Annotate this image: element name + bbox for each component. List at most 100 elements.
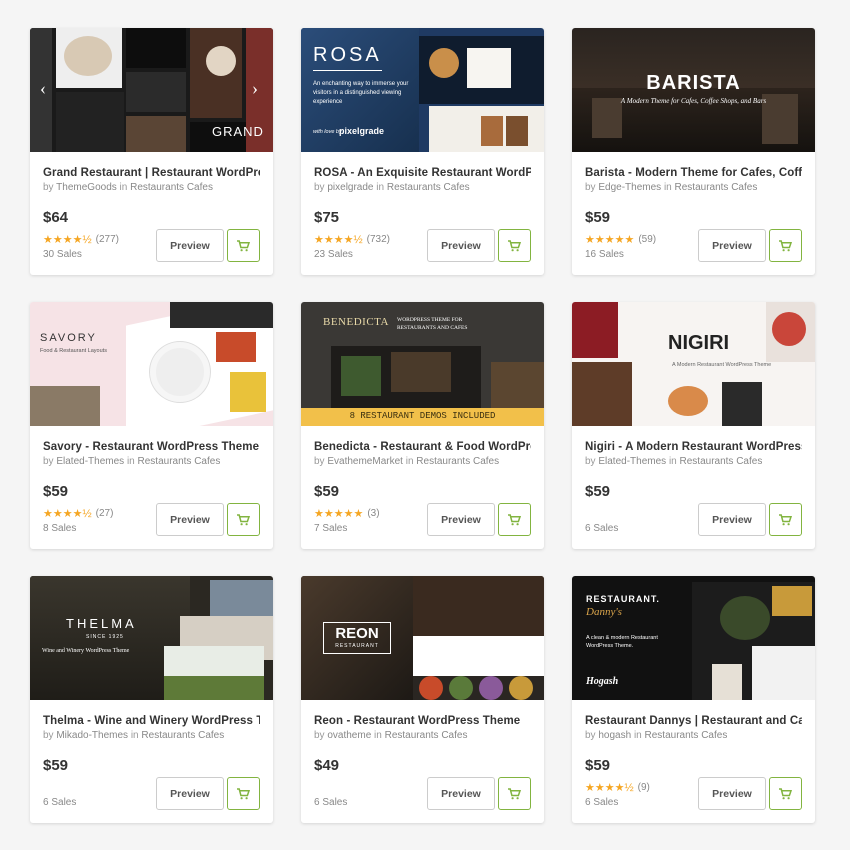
product-price: $59 [43,483,69,500]
cart-icon [779,787,792,799]
preview-button[interactable]: Preview [698,777,766,810]
add-to-cart-button[interactable] [498,229,531,262]
product-title[interactable]: Grand Restaurant | Restaurant WordPress … [43,167,260,179]
thumbnail-brand: pixelgrade [339,126,385,136]
preview-button[interactable]: Preview [698,503,766,536]
product-title[interactable]: Thelma - Wine and Winery WordPress Theme [43,715,260,727]
category-link[interactable]: Restaurants Cafes [385,730,468,741]
product-title[interactable]: Savory - Restaurant WordPress Theme [43,441,260,453]
product-price: $59 [585,483,611,500]
thumbnail-logo: BENEDICTA [323,316,389,328]
preview-button[interactable]: Preview [427,777,495,810]
sales-count: 30 Sales [43,249,82,260]
byline-in: in [633,730,642,741]
thumbnail-script: Danny's [586,606,622,618]
add-to-cart-button[interactable] [498,503,531,536]
add-to-cart-button[interactable] [769,503,802,536]
product-card: BARISTA A Modern Theme for Cafes, Coffee… [572,28,815,275]
cart-icon [237,787,250,799]
thumbnail-tagline: A Modern Theme for Cafes, Coffee Shops, … [620,97,767,105]
category-link[interactable]: Restaurants Cafes [387,182,470,193]
author-link[interactable]: ovatheme [327,730,371,741]
author-link[interactable]: pixelgrade [327,182,373,193]
category-link[interactable]: Restaurants Cafes [138,456,221,467]
preview-button[interactable]: Preview [427,503,495,536]
byline-in: in [663,182,672,193]
product-thumbnail[interactable]: BARISTA A Modern Theme for Cafes, Coffee… [572,28,815,152]
category-link[interactable]: Restaurants Cafes [680,456,763,467]
product-price: $59 [314,483,340,500]
author-link[interactable]: Mikado-Themes [56,730,128,741]
author-link[interactable]: ThemeGoods [56,182,117,193]
product-byline: by ThemeGoods in Restaurants Cafes [43,182,260,193]
product-title[interactable]: Reon - Restaurant WordPress Theme [314,715,531,727]
product-title[interactable]: Nigiri - A Modern Restaurant WordPress T… [585,441,802,453]
thumbnail-logo: ROSA [313,44,382,71]
product-title[interactable]: Benedicta - Restaurant & Food WordPress … [314,441,531,453]
byline-by: by [314,182,325,193]
product-rating: ★★★★★ (3) [314,507,380,520]
review-count: (9) [637,782,650,793]
preview-button[interactable]: Preview [156,777,224,810]
product-thumbnail[interactable]: THELMA SINCE 1925 Wine and Winery WordPr… [30,576,273,700]
product-price: $59 [43,757,69,774]
category-link[interactable]: Restaurants Cafes [675,182,758,193]
product-thumbnail[interactable]: GRAND ‹ › [30,28,273,152]
add-to-cart-button[interactable] [769,229,802,262]
preview-button[interactable]: Preview [427,229,495,262]
category-link[interactable]: Restaurants Cafes [141,730,224,741]
product-byline: by Edge-Themes in Restaurants Cafes [585,182,802,193]
product-thumbnail[interactable]: REON RESTAURANT [301,576,544,700]
chevron-left-icon[interactable]: ‹ [40,78,46,99]
author-link[interactable]: EvathemeMarket [327,456,403,467]
sales-count: 6 Sales [314,797,348,808]
add-to-cart-button[interactable] [227,503,260,536]
product-byline: by EvathemeMarket in Restaurants Cafes [314,456,531,467]
product-card: REON RESTAURANT Reon - Restaurant WordPr… [301,576,544,823]
thumbnail-since: SINCE 1925 [86,634,124,640]
star-icon: ★★★★★ [585,234,635,246]
product-title[interactable]: Restaurant Dannys | Restaurant and Cafe … [585,715,802,727]
author-link[interactable]: Edge-Themes [598,182,661,193]
product-thumbnail[interactable]: BENEDICTA WORDPRESS THEME FOR RESTAURANT… [301,302,544,426]
byline-by: by [43,182,54,193]
star-icon: ★★★★½ [314,234,363,246]
product-byline: by pixelgrade in Restaurants Cafes [314,182,531,193]
preview-button[interactable]: Preview [698,229,766,262]
add-to-cart-button[interactable] [227,229,260,262]
cart-icon [508,787,521,799]
preview-button[interactable]: Preview [156,503,224,536]
chevron-right-icon[interactable]: › [252,78,258,99]
preview-button[interactable]: Preview [156,229,224,262]
product-title[interactable]: Barista - Modern Theme for Cafes, Coffee… [585,167,802,179]
category-link[interactable]: Restaurants Cafes [645,730,728,741]
category-link[interactable]: Restaurants Cafes [130,182,213,193]
cart-icon [779,239,792,251]
sales-count: 16 Sales [585,249,624,260]
product-info: Restaurant Dannys | Restaurant and Cafe … [572,700,815,823]
author-link[interactable]: Elated-Themes [598,456,666,467]
byline-by: by [314,730,325,741]
author-link[interactable]: Elated-Themes [56,456,124,467]
product-thumbnail[interactable]: SAVORY Food & Restaurant Layouts [30,302,273,426]
product-title[interactable]: ROSA - An Exquisite Restaurant WordPress… [314,167,531,179]
byline-by: by [585,730,596,741]
product-thumbnail[interactable]: RESTAURANT. Danny's A clean & modern Res… [572,576,815,700]
add-to-cart-button[interactable] [769,777,802,810]
category-link[interactable]: Restaurants Cafes [416,456,499,467]
review-count: (277) [95,234,119,245]
product-info: ROSA - An Exquisite Restaurant WordPress… [301,152,544,275]
product-thumbnail[interactable]: NIGIRI A Modern Restaurant WordPress The… [572,302,815,426]
review-count: (732) [366,234,390,245]
byline-in: in [405,456,414,467]
add-to-cart-button[interactable] [227,777,260,810]
sales-count: 23 Sales [314,249,353,260]
add-to-cart-button[interactable] [498,777,531,810]
cart-icon [779,513,792,525]
byline-in: in [376,182,385,193]
product-thumbnail[interactable]: ROSA An enchanting way to immerse your v… [301,28,544,152]
product-rating: ★★★★½ (277) [43,233,119,246]
sales-count: 8 Sales [43,523,77,534]
product-byline: by ovatheme in Restaurants Cafes [314,730,531,741]
author-link[interactable]: hogash [598,730,631,741]
